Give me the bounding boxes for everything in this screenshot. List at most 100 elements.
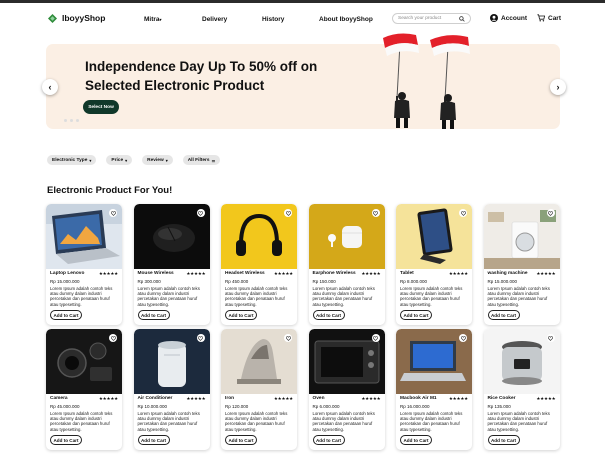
wishlist-button[interactable] — [196, 334, 205, 342]
carousel-prev-button[interactable]: ‹ — [42, 79, 58, 95]
product-price: Rp 300.000 — [137, 279, 161, 284]
add-to-cart-button[interactable]: Add to Cart — [225, 435, 257, 445]
product-card[interactable]: Laptop Lenovo ★★★★★ Rp 15.000.000 Lorem … — [46, 204, 122, 325]
cart-button[interactable]: Cart — [537, 14, 561, 22]
product-price: Rp 135.000 — [487, 404, 511, 409]
product-card[interactable]: Macbook Air M1 ★★★★★ Rp 16.000.000 Lorem… — [396, 329, 472, 450]
product-card[interactable]: Earphone Wireless ★★★★★ Rp 150.000 Lorem… — [308, 204, 385, 325]
product-name[interactable]: Tablet — [400, 271, 414, 276]
section-title: Electronic Product For You! — [47, 185, 173, 196]
product-card[interactable]: washing machine ★★★★★ Rp 15.000.000 Lore… — [483, 204, 560, 325]
wishlist-button[interactable] — [371, 209, 380, 217]
filter-review[interactable]: Review ▾ — [142, 155, 173, 165]
account-button[interactable]: Account — [490, 14, 527, 22]
add-to-cart-button[interactable]: Add to Cart — [487, 310, 520, 320]
product-card[interactable]: Rice Cooker ★★★★★ Rp 135.000 Lorem Ipsum… — [483, 329, 560, 450]
add-to-cart-button[interactable]: Add to Cart — [137, 435, 170, 445]
filter-electronic-type[interactable]: Electronic Type ▾ — [47, 155, 97, 165]
top-navbar: IboyyShop Mitra▾ Delivery History About … — [0, 3, 605, 37]
heart-icon — [285, 210, 291, 216]
filter-label: Price — [111, 157, 124, 163]
product-card[interactable]: Iron ★★★★★ Rp 120.000 Lorem Ipsum adalah… — [221, 329, 297, 450]
product-description: Lorem Ipsum adalah contoh teks atau dumm… — [137, 411, 200, 432]
star-rating: ★★★★★ — [98, 396, 118, 401]
product-name[interactable]: Rice Cooker — [488, 396, 516, 401]
carousel-dot[interactable] — [70, 119, 73, 122]
wishlist-button[interactable] — [459, 334, 467, 342]
wishlist-button[interactable] — [109, 209, 117, 217]
product-price: Rp 15.000.000 — [487, 279, 518, 284]
nav-link-mitra[interactable]: Mitra▾ — [144, 16, 162, 23]
product-card[interactable]: Mouse Wireless ★★★★★ Rp 300.000 Lorem Ip… — [133, 204, 210, 325]
nav-link-history[interactable]: History — [262, 16, 284, 23]
search-input[interactable]: Search your product — [392, 13, 471, 24]
star-rating: ★★★★★ — [448, 396, 468, 401]
product-description: Lorem Ipsum adalah contoh teks atau dumm… — [487, 286, 550, 307]
product-card[interactable]: Air Conditioner ★★★★★ Rp 10.000.000 Lore… — [133, 329, 210, 450]
product-name[interactable]: Camera — [50, 396, 68, 401]
account-label: Account — [501, 14, 527, 22]
wishlist-button[interactable] — [546, 209, 555, 217]
add-to-cart-button[interactable]: Add to Cart — [137, 310, 170, 320]
chevron-down-icon: ▾ — [159, 17, 162, 22]
product-name[interactable]: Headset Wireless — [225, 271, 265, 276]
nav-link-delivery[interactable]: Delivery — [202, 16, 227, 23]
product-name[interactable]: Macbook Air M1 — [400, 396, 437, 401]
filter-label: Review — [147, 157, 164, 163]
add-to-cart-button[interactable]: Add to Cart — [225, 310, 257, 320]
carousel-dots — [64, 119, 79, 122]
product-name[interactable]: Oven — [313, 396, 325, 401]
add-to-cart-button[interactable]: Add to Cart — [400, 310, 432, 320]
brand-logo[interactable]: IboyyShop — [47, 13, 105, 23]
add-to-cart-button[interactable]: Add to Cart — [50, 435, 82, 445]
sliders-icon: ⚌ — [211, 157, 216, 163]
heart-icon — [373, 335, 378, 341]
product-name[interactable]: Air Conditioner — [138, 396, 173, 401]
product-card[interactable]: Oven ★★★★★ Rp 6.000.000 Lorem Ipsum adal… — [308, 329, 385, 450]
product-name[interactable]: Iron — [225, 396, 234, 401]
product-name[interactable]: Laptop Lenovo — [50, 271, 84, 276]
product-name[interactable]: washing machine — [488, 271, 528, 276]
hero-title: Independence Day Up To 50% off on Select… — [85, 59, 318, 93]
user-circle-icon — [490, 14, 498, 22]
star-rating: ★★★★★ — [448, 271, 468, 276]
wishlist-button[interactable] — [284, 334, 292, 342]
add-to-cart-button[interactable]: Add to Cart — [312, 310, 345, 320]
add-to-cart-button[interactable]: Add to Cart — [50, 310, 82, 320]
nav-link-about[interactable]: About IboyyShop — [319, 16, 373, 23]
product-card[interactable]: Headset Wireless ★★★★★ Rp 450.000 Lorem … — [221, 204, 297, 325]
product-description: Lorem Ipsum adalah contoh teks atau dumm… — [487, 411, 550, 432]
select-now-button[interactable]: Select Now — [83, 100, 119, 114]
product-name[interactable]: Earphone Wireless — [313, 271, 356, 276]
search-icon — [459, 15, 465, 22]
carousel-next-button[interactable]: › — [550, 79, 566, 95]
filter-price[interactable]: Price ▾ — [106, 155, 133, 165]
wishlist-button[interactable] — [459, 209, 467, 217]
add-to-cart-button[interactable]: Add to Cart — [400, 435, 432, 445]
filter-label: All Filters — [187, 157, 210, 163]
product-price: Rp 15.000.000 — [50, 279, 80, 284]
product-card[interactable]: Camera ★★★★★ Rp 45.000.000 Lorem Ipsum a… — [46, 329, 122, 450]
carousel-dot[interactable] — [76, 119, 79, 122]
wishlist-button[interactable] — [196, 209, 205, 217]
wishlist-button[interactable] — [546, 334, 555, 342]
add-to-cart-button[interactable]: Add to Cart — [487, 435, 520, 445]
filter-all[interactable]: All Filters ⚌ — [182, 155, 221, 165]
wishlist-button[interactable] — [109, 334, 117, 342]
product-description: Lorem Ipsum adalah contoh teks atau dumm… — [137, 286, 200, 307]
carousel-dot[interactable] — [64, 119, 67, 122]
heart-icon — [460, 210, 466, 216]
product-description: Lorem Ipsum adalah contoh teks atau dumm… — [50, 411, 113, 432]
heart-icon — [548, 210, 553, 216]
chevron-down-icon: ▾ — [165, 157, 168, 163]
flag-bearers-illustration — [383, 33, 470, 129]
product-grid: Laptop Lenovo ★★★★★ Rp 15.000.000 Lorem … — [46, 204, 560, 450]
wishlist-button[interactable] — [284, 209, 292, 217]
brand-name: IboyyShop — [62, 13, 106, 23]
add-to-cart-button[interactable]: Add to Cart — [312, 435, 345, 445]
wishlist-button[interactable] — [371, 334, 380, 342]
product-price: Rp 16.000.000 — [400, 404, 430, 409]
nav-link-label: Mitra — [144, 16, 160, 23]
product-card[interactable]: Tablet ★★★★★ Rp 8.000.000 Lorem Ipsum ad… — [396, 204, 472, 325]
product-name[interactable]: Mouse Wireless — [138, 271, 174, 276]
